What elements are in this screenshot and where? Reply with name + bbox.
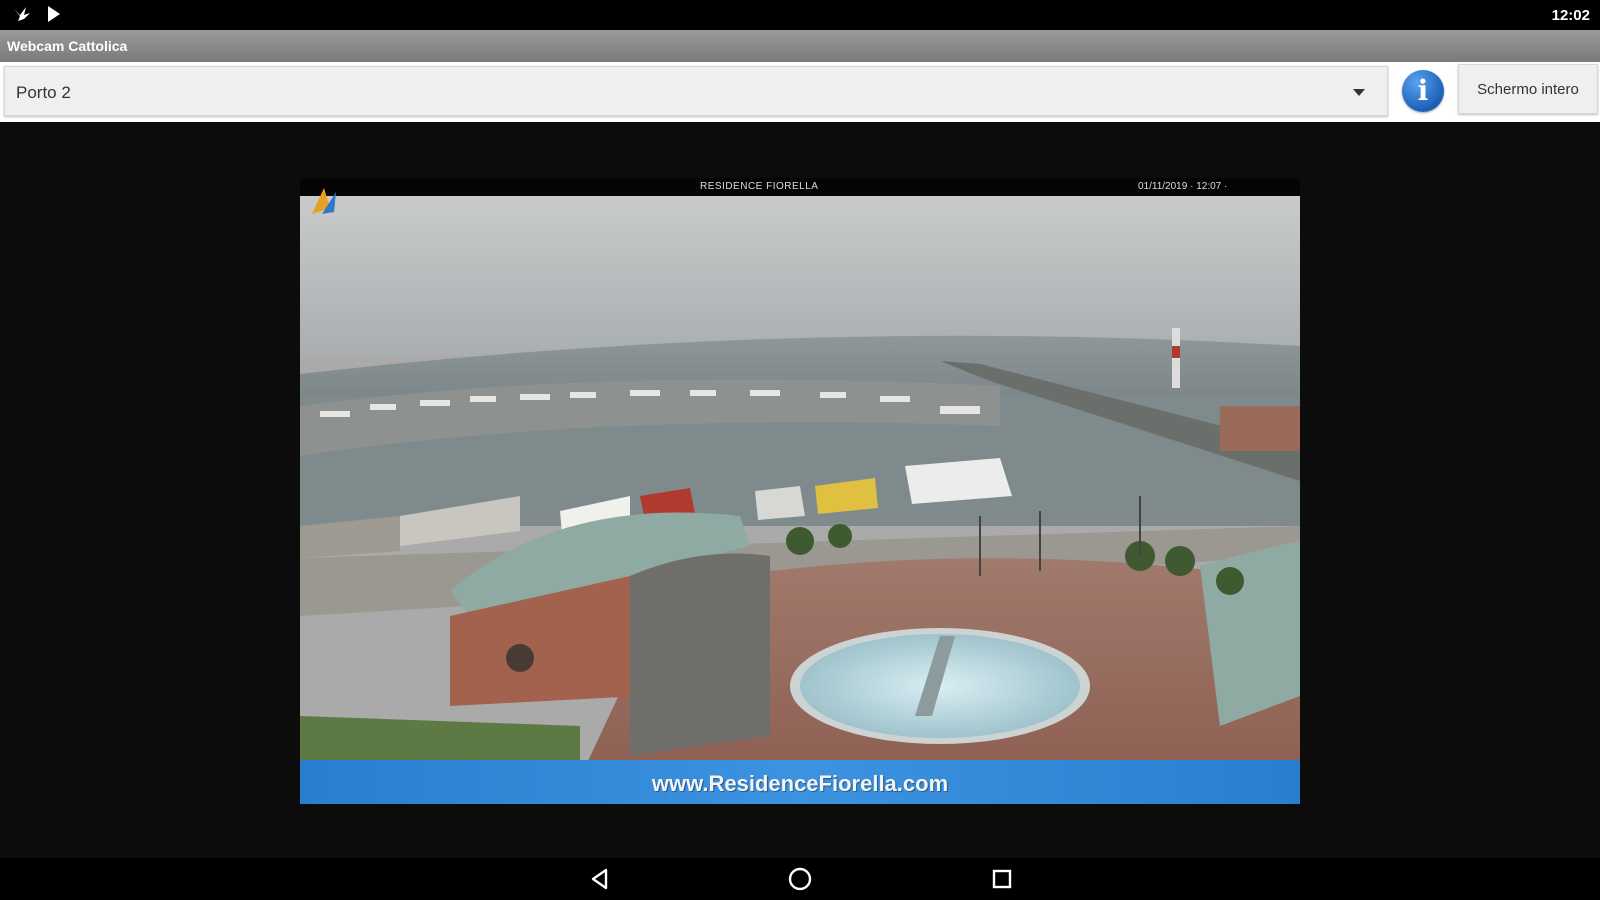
app-title: Webcam Cattolica [7,38,128,54]
back-button[interactable] [585,864,615,894]
info-button[interactable]: i [1402,70,1444,112]
camera-select-value: Porto 2 [16,83,71,102]
status-bar: 12:02 [0,0,1600,30]
status-icons [12,5,62,23]
residence-logo [312,188,336,214]
notification-bird-icon [14,7,30,21]
toolbar: Porto 2 i Schermo intero [0,62,1600,122]
home-button[interactable] [785,864,815,894]
webcam-image[interactable]: RESIDENCE FIORELLA 01/11/2019 · 12:07 · [300,178,1300,804]
webcam-caption: RESIDENCE FIORELLA [700,181,819,192]
app-title-bar: Webcam Cattolica [0,30,1600,62]
chevron-down-icon [1353,89,1365,96]
webcam-header: RESIDENCE FIORELLA 01/11/2019 · 12:07 · [300,178,1300,196]
status-time: 12:02 [1551,7,1590,24]
navigation-bar [0,858,1600,900]
camera-select[interactable]: Porto 2 [4,66,1388,116]
recents-icon [992,869,1012,889]
play-store-icon [48,6,60,22]
fullscreen-button[interactable]: Schermo intero [1458,64,1598,114]
harbor-scene [300,196,1300,778]
home-icon [788,867,812,891]
webcam-datetime: 01/11/2019 · 12:07 · [1138,181,1228,192]
info-icon: i [1417,74,1429,107]
webcam-banner: www.ResidenceFiorella.com [300,760,1300,804]
back-icon [591,868,608,890]
recents-button[interactable] [987,864,1017,894]
webcam-url: www.ResidenceFiorella.com [651,771,949,796]
